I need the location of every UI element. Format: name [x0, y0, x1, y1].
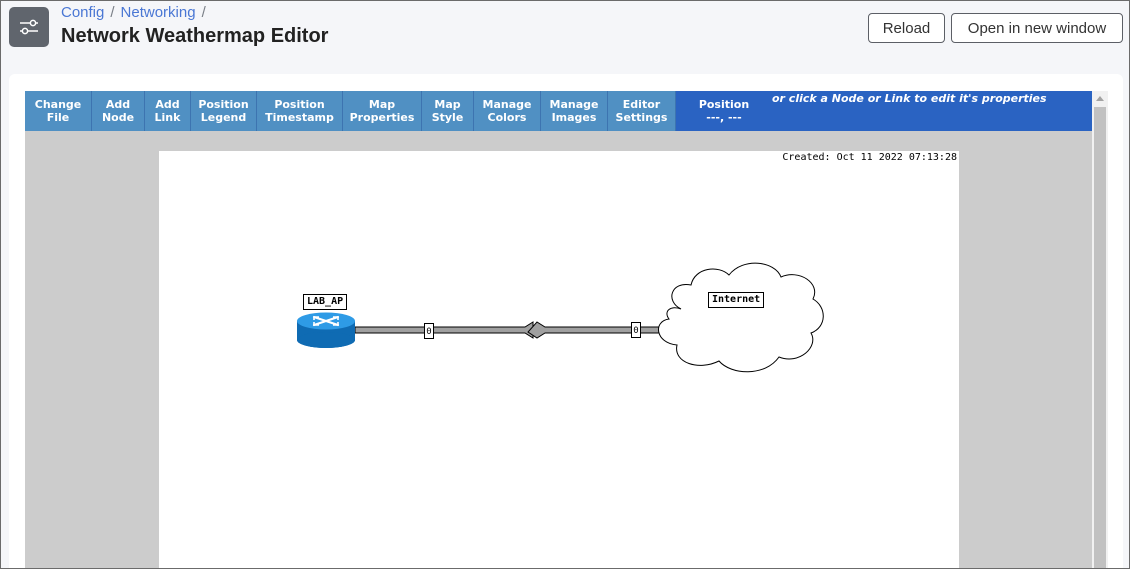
manage-colors-label: Manage Colors	[482, 98, 532, 124]
router-icon[interactable]	[297, 312, 355, 349]
map-properties-label: Map Properties	[349, 98, 415, 124]
change-file-button[interactable]: Change File	[25, 91, 92, 131]
position-timestamp-button[interactable]: Position Timestamp	[257, 91, 343, 131]
editor-settings-label: Editor Settings	[615, 98, 668, 124]
page-title: Network Weathermap Editor	[61, 25, 329, 47]
position-value: ---, ---	[706, 111, 742, 124]
breadcrumb-separator: /	[110, 4, 115, 21]
map-drawing	[297, 262, 824, 373]
position-label: Position	[698, 98, 750, 111]
map-properties-button[interactable]: Map Properties	[343, 91, 422, 131]
map-canvas[interactable]: Created: Oct 11 2022 07:13:28 LAB_AP Int…	[159, 151, 959, 568]
change-file-label: Change File	[34, 98, 82, 124]
node-label-internet[interactable]: Internet	[708, 292, 765, 308]
breadcrumb-link-config[interactable]: Config	[61, 4, 104, 21]
editor-scrollbar[interactable]	[1092, 91, 1108, 568]
editor-toolbar: Change File Add Node Add Link Position L…	[25, 91, 1092, 131]
manage-images-button[interactable]: Manage Images	[541, 91, 608, 131]
link-bandwidth-out[interactable]: 0	[631, 322, 641, 338]
position-legend-button[interactable]: Position Legend	[191, 91, 257, 131]
settings-sliders-icon	[9, 7, 49, 47]
reload-button[interactable]: Reload	[868, 13, 945, 43]
cloud-icon[interactable]	[658, 262, 824, 373]
network-link[interactable]	[354, 321, 660, 339]
add-link-label: Add Link	[154, 98, 181, 124]
manage-images-label: Manage Images	[549, 98, 599, 124]
breadcrumb-link-networking[interactable]: Networking	[121, 4, 196, 21]
breadcrumb: Config / Networking /	[61, 4, 212, 21]
scroll-up-arrow-icon[interactable]	[1096, 96, 1104, 101]
weathermap-editor: Change File Add Node Add Link Position L…	[25, 91, 1108, 568]
editor-hint: or click a Node or Link to edit it's pro…	[772, 92, 1047, 105]
position-readout: Position ---, ---	[676, 91, 772, 131]
map-style-button[interactable]: Map Style	[422, 91, 474, 131]
add-node-label: Add Node	[101, 98, 135, 124]
position-legend-label: Position Legend	[198, 98, 249, 124]
scroll-thumb[interactable]	[1094, 107, 1106, 568]
position-timestamp-label: Position Timestamp	[265, 98, 334, 124]
open-in-new-window-button[interactable]: Open in new window	[951, 13, 1123, 43]
node-label-lab-ap[interactable]: LAB_AP	[303, 294, 348, 310]
manage-colors-button[interactable]: Manage Colors	[474, 91, 541, 131]
add-node-button[interactable]: Add Node	[92, 91, 145, 131]
map-style-label: Map Style	[431, 98, 464, 124]
add-link-button[interactable]: Add Link	[145, 91, 191, 131]
app-frame: Config / Networking / Network Weathermap Ed…	[0, 0, 1130, 569]
editor-settings-button[interactable]: Editor Settings	[608, 91, 676, 131]
breadcrumb-separator: /	[201, 4, 206, 21]
link-bandwidth-in[interactable]: 0	[424, 323, 434, 339]
